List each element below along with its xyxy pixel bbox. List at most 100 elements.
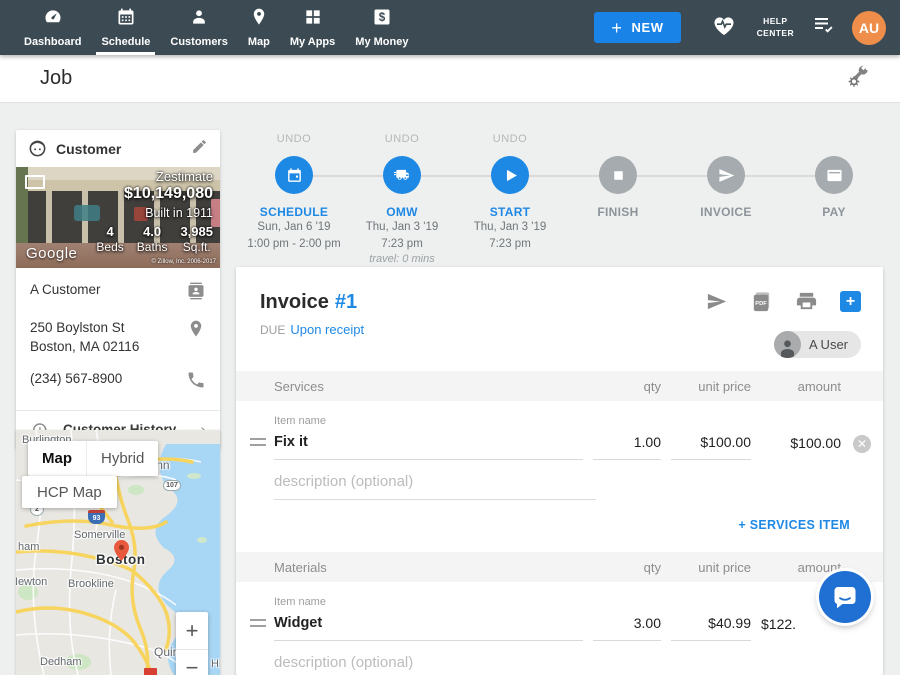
contact-card-icon[interactable] <box>180 281 206 306</box>
help-line1: HELP <box>757 16 794 27</box>
add-services-item-link[interactable]: + SERVICES ITEM <box>738 518 850 532</box>
start-step-button[interactable] <box>491 156 529 194</box>
phone-icon[interactable] <box>180 370 206 395</box>
chat-messenger-button[interactable] <box>819 571 871 623</box>
zoom-in-button[interactable]: + <box>176 612 208 649</box>
send-invoice-icon[interactable] <box>705 290 728 313</box>
nav-item-my-money[interactable]: $ My Money <box>345 0 418 55</box>
money-icon: $ <box>372 7 392 32</box>
undo-link[interactable]: UNDO <box>493 133 527 150</box>
edit-pencil-icon[interactable] <box>191 138 208 160</box>
plus-icon: + <box>611 19 622 37</box>
add-invoice-button[interactable]: + <box>840 291 861 312</box>
nav-item-schedule[interactable]: Schedule <box>91 0 160 55</box>
customer-phone: (234) 567-8900 <box>30 370 122 389</box>
main-content: Customer Zestimate $10,149,080 Built in … <box>0 103 900 675</box>
map-label: Dedham <box>40 656 82 668</box>
item-name-value[interactable]: Fix it <box>274 434 583 460</box>
undo-link[interactable]: UNDO <box>277 133 311 150</box>
drag-handle-icon[interactable] <box>250 438 266 446</box>
drag-handle-icon[interactable] <box>250 619 266 627</box>
description-input[interactable]: description (optional) <box>274 654 596 675</box>
stop-icon <box>610 167 627 184</box>
map-type-controls: Map Hybrid <box>28 441 158 476</box>
customer-name-row: A Customer <box>30 281 206 306</box>
stat-label: Baths <box>137 240 168 254</box>
property-photo[interactable]: Zestimate $10,149,080 Built in 1911 4 Be… <box>16 167 220 268</box>
services-section-header: Services qty unit price amount <box>236 371 883 401</box>
image-frame-icon <box>25 175 45 189</box>
nav-item-customers[interactable]: Customers <box>160 0 237 55</box>
job-location-pin <box>114 540 129 566</box>
description-input[interactable]: description (optional) <box>274 473 596 500</box>
item-name-field[interactable]: Item name Widget <box>274 596 583 641</box>
due-label: DUE <box>260 323 285 337</box>
timeline-step-invoice: INVOICE <box>672 133 780 265</box>
assignee-avatar-icon <box>774 331 801 358</box>
schedule-step-button[interactable] <box>275 156 313 194</box>
step-label: OMW <box>386 205 418 219</box>
map-zoom-control: + − <box>176 612 208 675</box>
qty-input[interactable]: 1.00 <box>593 434 661 460</box>
help-center-link[interactable]: HELP CENTER <box>757 16 794 38</box>
zillow-copyright: © Zillow, Inc. 2006-2017 <box>152 259 216 265</box>
user-avatar[interactable]: AU <box>852 11 886 45</box>
nav-item-my-apps[interactable]: My Apps <box>280 0 345 55</box>
schedule-icon <box>116 7 136 32</box>
map-widget[interactable]: Burlington Lynn Somerville ham Boston Ne… <box>16 430 220 675</box>
nav-label: Schedule <box>101 36 150 48</box>
credit-card-icon <box>826 167 843 184</box>
zoom-out-button[interactable]: − <box>176 649 208 675</box>
new-button[interactable]: + NEW <box>594 12 680 43</box>
timeline-step-start: UNDO START Thu, Jan 3 '19 7:23 pm <box>456 133 564 265</box>
customer-address: 250 Boylston St Boston, MA 02116 <box>30 319 139 357</box>
map-pin-icon <box>249 7 269 32</box>
job-settings-wrench-icon[interactable] <box>846 64 870 93</box>
customer-card-title: Customer <box>56 141 121 157</box>
omw-step-button[interactable] <box>383 156 421 194</box>
map-type-button-hybrid[interactable]: Hybrid <box>86 441 158 476</box>
hcp-map-button[interactable]: HCP Map <box>22 476 117 508</box>
amount-column-header: amount <box>761 560 841 575</box>
property-stats: 4 Beds 4.0 Baths 3,985 Sq.ft. <box>96 224 213 254</box>
qty-input[interactable]: 3.00 <box>593 615 661 641</box>
unit-price-input[interactable]: $40.99 <box>671 615 751 641</box>
google-watermark: Google <box>26 245 77 262</box>
step-date: Sun, Jan 6 '19 <box>257 219 330 236</box>
invoice-number[interactable]: #1 <box>335 291 357 313</box>
assignee-chip[interactable]: A User <box>774 331 861 358</box>
step-date: Thu, Jan 3 '19 <box>474 219 547 236</box>
unit-price-input[interactable]: $100.00 <box>671 434 751 460</box>
step-time: 7:23 pm <box>489 236 531 253</box>
timeline-step-pay: PAY <box>780 133 888 265</box>
new-button-label: NEW <box>632 20 664 35</box>
nav-item-map[interactable]: Map <box>238 0 280 55</box>
step-label: PAY <box>822 205 846 219</box>
nav-label: My Money <box>355 36 408 48</box>
nav-item-dashboard[interactable]: Dashboard <box>14 0 91 55</box>
item-name-value[interactable]: Widget <box>274 615 583 641</box>
calendar-icon <box>286 167 303 184</box>
play-icon <box>502 167 519 184</box>
health-heart-icon[interactable] <box>711 13 737 42</box>
pdf-icon[interactable]: PDF <box>750 290 773 313</box>
location-pin-icon[interactable] <box>180 319 206 344</box>
item-name-label: Item name <box>274 596 583 608</box>
help-line2: CENTER <box>757 28 794 39</box>
pay-step-button[interactable] <box>815 156 853 194</box>
checklist-icon[interactable] <box>812 14 836 41</box>
job-status-timeline: UNDO SCHEDULE Sun, Jan 6 '19 1:00 pm - 2… <box>240 133 888 265</box>
amount-column-header: amount <box>761 379 841 394</box>
section-title: Materials <box>274 560 593 575</box>
item-name-field[interactable]: Item name Fix it <box>274 415 583 460</box>
finish-step-button[interactable] <box>599 156 637 194</box>
print-icon[interactable] <box>795 290 818 313</box>
due-terms-link[interactable]: Upon receipt <box>290 322 364 337</box>
delete-cell <box>841 634 871 641</box>
remove-item-icon[interactable]: ✕ <box>853 435 871 453</box>
undo-link[interactable]: UNDO <box>385 133 419 150</box>
map-type-button-map[interactable]: Map <box>28 441 86 476</box>
invoice-step-button[interactable] <box>707 156 745 194</box>
map-label: Hi <box>211 658 220 670</box>
materials-section-header: Materials qty unit price amount <box>236 552 883 582</box>
